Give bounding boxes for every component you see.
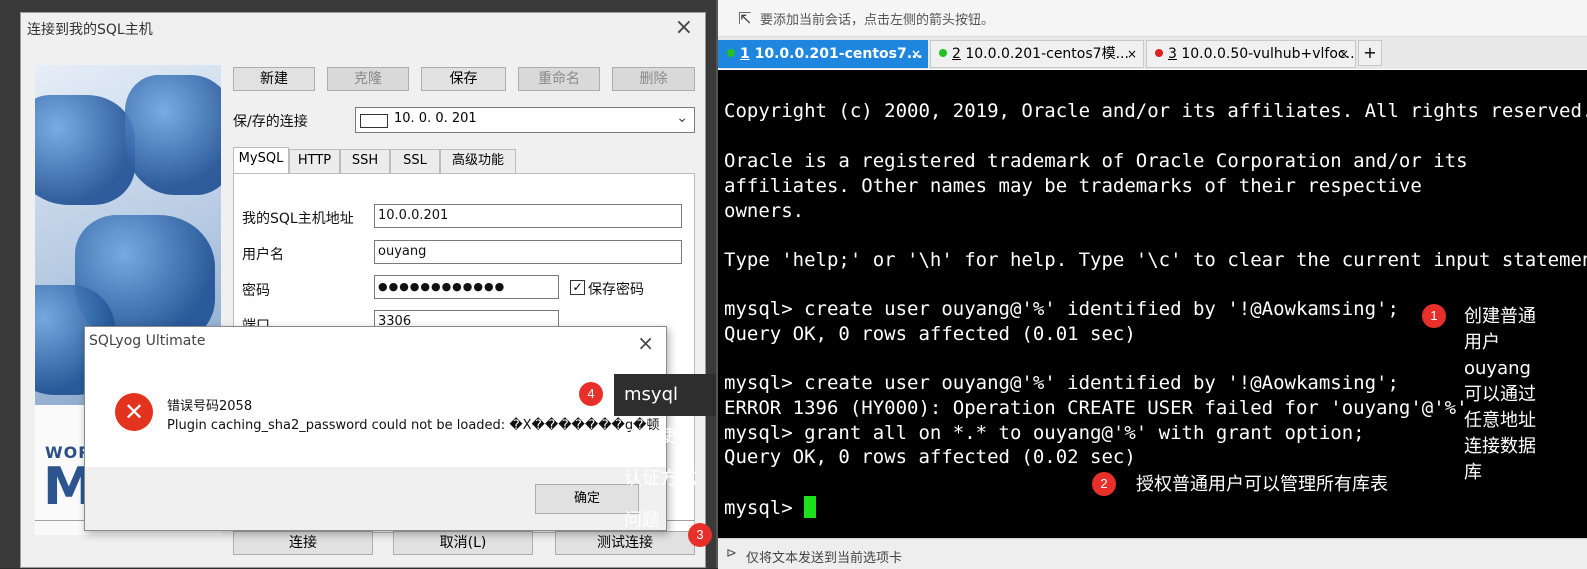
annotation-badge-2: 2 [1092, 472, 1116, 496]
delete-button[interactable]: 删除 [612, 67, 695, 91]
puzzle-piece [35, 95, 135, 205]
terminal-line: mysql> create user ouyang@'%' identified… [724, 372, 1399, 394]
terminal-line: Query OK, 0 rows affected (0.02 sec) [724, 446, 1136, 468]
compose-bar: ⊳ 仅将文本发送到当前选项卡 [718, 538, 1587, 569]
error-dialog: SQLyog Ultimate × ✕ 错误号码2058 Plugin cach… [84, 326, 667, 531]
annotation-note-1-line: 连接数据 [1464, 436, 1536, 457]
error-dialog-title: SQLyog Ultimate [89, 333, 206, 349]
terminal-line: Oracle is a registered trademark of Orac… [724, 150, 1468, 172]
connection-color-swatch [360, 114, 388, 128]
annotation-note-1-line: 任意地址 [1464, 410, 1536, 431]
terminal-line: mysql> create user ouyang@'%' identified… [724, 298, 1399, 320]
close-icon[interactable]: × [1127, 41, 1137, 67]
save-password-label: 保存密码 [588, 282, 644, 298]
annotation-note-1-line: 库 [1464, 462, 1482, 483]
rename-button[interactable]: 重命名 [518, 67, 600, 91]
status-dot-icon [727, 49, 735, 57]
session-tab-1[interactable]: 1 10.0.0.201-centos7... × [718, 40, 928, 68]
password-label: 密码 [242, 283, 270, 299]
terminal[interactable]: Copyright (c) 2000, 2019, Oracle and/or … [718, 70, 1587, 538]
annotation-note-4: msyql 8.0 使用认证方式问题 [614, 374, 716, 531]
chevron-down-icon: ⌄ [676, 110, 688, 126]
username-label: 用户名 [242, 247, 284, 263]
tab-mysql[interactable]: MySQL [233, 147, 289, 174]
annotation-note-1-line: 可以通过 [1464, 384, 1536, 405]
terminal-line: Query OK, 0 rows affected (0.01 sec) [724, 323, 1136, 345]
session-tab-2[interactable]: 2 10.0.0.201-centos7模... × [930, 40, 1144, 68]
tab-ssh[interactable]: SSH [340, 149, 390, 173]
annotation-note-1-line: 创建普通 [1464, 306, 1536, 327]
tab-ssl[interactable]: SSL [390, 149, 440, 173]
annotation-note-1-line: ouyang [1464, 358, 1531, 379]
terminal-line: ERROR 1396 (HY000): Operation CREATE USE… [724, 397, 1468, 419]
terminal-line: affiliates. Other names may be trademark… [724, 175, 1422, 197]
terminal-prompt: mysql> [724, 497, 805, 519]
session-hint-text: 要添加当前会话，点击左侧的箭头按钮。 [760, 13, 995, 28]
cancel-button[interactable]: 取消(L) [393, 531, 533, 555]
annotation-badge-1: 1 [1422, 304, 1446, 328]
dialog-close-button[interactable]: × [675, 15, 693, 40]
annotation-note-2: 授权普通用户可以管理所有库表 [1136, 474, 1388, 495]
error-close-button[interactable]: × [637, 331, 654, 355]
host-label: 我的SQL主机地址 [242, 211, 354, 227]
session-tab-label: 10.0.0.50-vulhub+vlfoc... [1176, 46, 1356, 62]
username-input[interactable]: ouyang [374, 240, 682, 264]
status-dot-icon [939, 49, 947, 57]
terminal-line: Copyright (c) 2000, 2019, Oracle and/or … [724, 100, 1587, 122]
status-dot-icon [1155, 49, 1163, 57]
terminal-cursor [804, 496, 817, 518]
saved-connection-label: 保/存的连接 [233, 114, 308, 130]
password-input[interactable]: ●●●●●●●●●●●● [374, 275, 559, 299]
dialog-title: 连接到我的SQL主机 [27, 22, 153, 38]
error-message: Plugin caching_sha2_password could not b… [167, 418, 660, 433]
annotation-note-1-line: 用户 [1464, 332, 1500, 353]
annotation-badge-4: 4 [579, 382, 603, 406]
annotation-badge-3: 3 [688, 523, 712, 547]
close-icon[interactable]: × [1339, 41, 1349, 67]
host-input[interactable]: 10.0.0.201 [374, 204, 682, 228]
compose-bar-text: 仅将文本发送到当前选项卡 [746, 551, 903, 566]
close-icon[interactable]: × [911, 41, 921, 67]
tab-advanced[interactable]: 高级功能 [440, 149, 516, 173]
save-password-checkbox[interactable]: ✓ [570, 280, 585, 295]
session-tab-number: 2 [952, 46, 961, 62]
session-tabbar: 1 10.0.0.201-centos7... × 2 10.0.0.201-c… [718, 37, 1587, 69]
save-button[interactable]: 保存 [421, 67, 506, 91]
terminal-line: Type 'help;' or '\h' for help. Type '\c'… [724, 249, 1587, 271]
tab-http[interactable]: HTTP [289, 149, 340, 173]
sqlyog-window: 连接到我的SQL主机 × WORK M 新建 克隆 保存 重命名 删除 保/存的… [0, 0, 716, 568]
session-tab-label: 10.0.0.201-centos7... [749, 46, 923, 62]
send-mode-icon[interactable]: ⊳ [726, 546, 737, 561]
clone-button[interactable]: 克隆 [327, 67, 409, 91]
session-tab-label: 10.0.0.201-centos7模... [960, 46, 1129, 62]
xshell-window: ⇱ 要添加当前会话，点击左侧的箭头按钮。 1 10.0.0.201-centos… [716, 0, 1587, 569]
terminal-line: owners. [724, 200, 805, 222]
terminal-line: mysql> grant all on *.* to ouyang@'%' wi… [724, 422, 1365, 444]
add-tab-button[interactable]: + [1358, 40, 1382, 66]
connect-button[interactable]: 连接 [233, 531, 373, 555]
error-icon: ✕ [115, 393, 153, 431]
new-button[interactable]: 新建 [233, 67, 315, 91]
saved-connection-value: 10. 0. 0. 201 [394, 111, 477, 126]
error-code: 错误号码2058 [167, 399, 253, 414]
session-tab-number: 3 [1168, 46, 1177, 62]
session-hint-bar: ⇱ 要添加当前会话，点击左侧的箭头按钮。 [718, 0, 1587, 37]
session-tab-number: 1 [740, 46, 750, 62]
terminal-prompt-line: mysql> [724, 496, 817, 519]
session-tab-3[interactable]: 3 10.0.0.50-vulhub+vlfoc... × [1146, 40, 1356, 68]
add-session-arrow-icon[interactable]: ⇱ [738, 9, 751, 28]
saved-connection-select[interactable]: 10. 0. 0. 201 ⌄ [355, 107, 695, 133]
puzzle-piece [125, 75, 221, 195]
annotation-note-1: 创建普通 用户 ouyang 可以通过 任意地址 连接数据 库 [1464, 304, 1536, 486]
